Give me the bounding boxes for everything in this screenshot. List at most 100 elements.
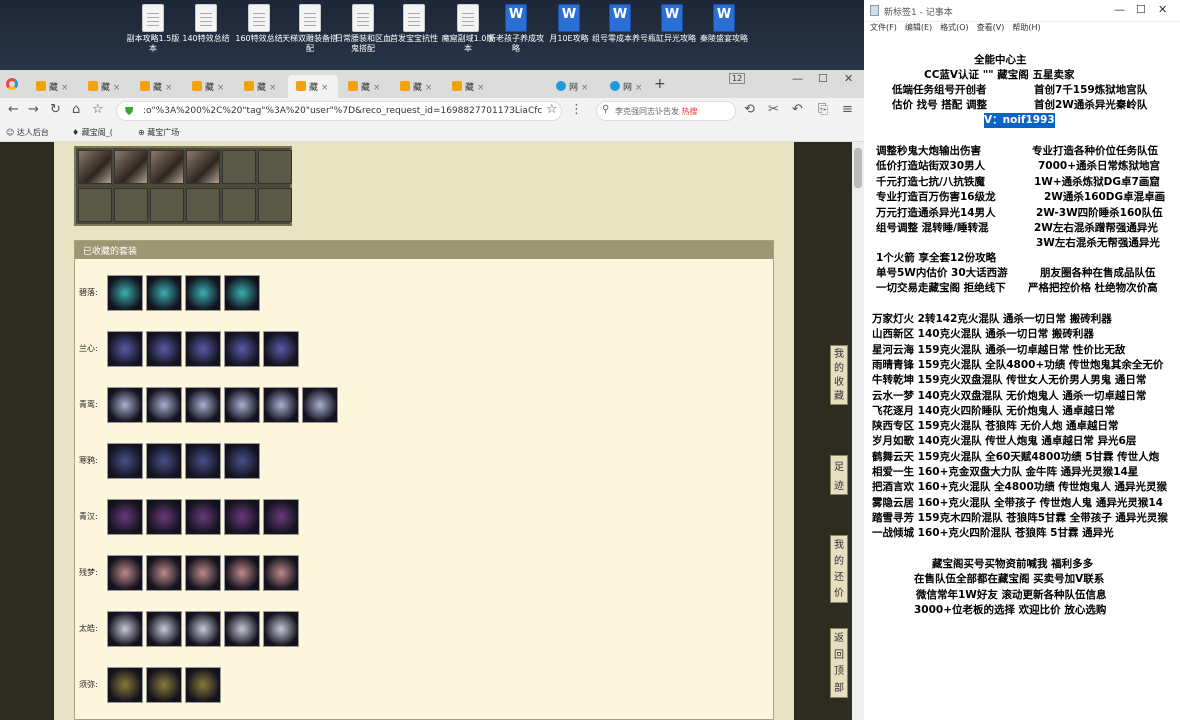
notepad-minimize[interactable]: —: [1114, 3, 1125, 16]
desktop-file-icon[interactable]: 首发宝宝抗性: [386, 4, 442, 44]
new-tab-button[interactable]: +: [654, 76, 666, 92]
desktop-file-icon[interactable]: 140特效总结: [178, 4, 234, 44]
set-item-icon[interactable]: [263, 387, 299, 423]
set-item-icon[interactable]: [224, 331, 260, 367]
notepad-text-area[interactable]: 全能中心主 CC蓝V认证 "" 藏宝阁 五星卖家 低端任务组号开创者 首创7千159炼…: [864, 40, 1180, 720]
desktop-file-icon[interactable]: 组号零成本养号: [592, 4, 648, 44]
set-item-icon[interactable]: [107, 667, 143, 703]
set-item-icon[interactable]: [224, 611, 260, 647]
scrollbar[interactable]: [852, 142, 864, 720]
notepad-close[interactable]: ✕: [1158, 3, 1167, 16]
browser-tab[interactable]: 网 ×: [602, 75, 648, 98]
close-button[interactable]: ✕: [844, 72, 853, 85]
set-item-icon[interactable]: [185, 611, 221, 647]
favorite-icon[interactable]: ☆: [546, 102, 558, 117]
side-nav-button[interactable]: 我的还价: [830, 535, 848, 603]
back-icon[interactable]: ←: [8, 102, 19, 117]
bookmark-item[interactable]: ⊕ 藏宝广场: [138, 127, 179, 138]
menu-icon[interactable]: ⋮: [570, 102, 583, 117]
desktop-file-icon[interactable]: 160特效总结: [231, 4, 287, 44]
browser-logo-icon[interactable]: [6, 78, 18, 90]
browser-tab[interactable]: 藏 ×: [28, 75, 74, 98]
extension-icon[interactable]: ⟲: [744, 102, 755, 117]
set-item-icon[interactable]: [107, 331, 143, 367]
desktop-file-icon[interactable]: 秦陵盛宴攻略: [696, 4, 752, 44]
set-item-icon[interactable]: [146, 331, 182, 367]
empty-slot[interactable]: [258, 150, 292, 184]
set-item-icon[interactable]: [146, 611, 182, 647]
character-figure[interactable]: [78, 150, 112, 184]
side-nav-button[interactable]: 返回顶部: [830, 628, 848, 698]
set-item-icon[interactable]: [185, 555, 221, 591]
side-nav-button[interactable]: 足迹: [830, 455, 848, 495]
set-item-icon[interactable]: [146, 667, 182, 703]
browser-tab[interactable]: 藏 ×: [444, 75, 490, 98]
history-icon[interactable]: ⎘: [818, 102, 828, 117]
browser-tab[interactable]: 藏 ×: [288, 75, 338, 98]
desktop-file-icon[interactable]: 瓶缸异光攻略: [644, 4, 700, 44]
set-item-icon[interactable]: [224, 499, 260, 535]
set-item-icon[interactable]: [185, 667, 221, 703]
notepad-menu-item[interactable]: 文件(F): [870, 23, 897, 32]
tab-close-icon[interactable]: ×: [266, 83, 277, 93]
set-item-icon[interactable]: [107, 387, 143, 423]
character-figure[interactable]: [150, 150, 184, 184]
side-nav-button[interactable]: 我的收藏: [830, 345, 848, 405]
set-item-icon[interactable]: [263, 555, 299, 591]
desktop-file-icon[interactable]: 新老孩子养成攻略: [488, 4, 544, 54]
search-field[interactable]: ⚲ 李克强同志讣告发 热搜: [596, 101, 736, 121]
empty-slot[interactable]: [258, 188, 292, 222]
set-item-icon[interactable]: [146, 387, 182, 423]
cut-icon[interactable]: ✂: [768, 102, 779, 117]
character-figure[interactable]: [186, 150, 220, 184]
empty-slot[interactable]: [78, 188, 112, 222]
set-item-icon[interactable]: [185, 387, 221, 423]
bookmark-item[interactable]: ♦ 藏宝阁_(: [72, 127, 113, 138]
set-item-icon[interactable]: [263, 611, 299, 647]
set-item-icon[interactable]: [185, 275, 221, 311]
notepad-menu-item[interactable]: 编辑(E): [905, 23, 932, 32]
browser-tab[interactable]: 藏 ×: [236, 75, 282, 98]
reload-icon[interactable]: ↻: [50, 102, 61, 117]
set-item-icon[interactable]: [107, 555, 143, 591]
tab-close-icon[interactable]: ×: [214, 83, 225, 93]
empty-slot[interactable]: [150, 188, 184, 222]
notepad-menu-item[interactable]: 查看(V): [977, 23, 1005, 32]
browser-tab[interactable]: 网 ×: [548, 75, 594, 98]
set-item-icon[interactable]: [302, 387, 338, 423]
empty-slot[interactable]: [114, 188, 148, 222]
tab-close-icon[interactable]: ×: [422, 83, 433, 93]
browser-tab[interactable]: 藏 ×: [392, 75, 438, 98]
set-item-icon[interactable]: [224, 275, 260, 311]
desktop-file-icon[interactable]: 日常腰装和区血鬼搭配: [335, 4, 391, 54]
set-item-icon[interactable]: [185, 499, 221, 535]
bookmark-star-icon[interactable]: ☆: [92, 102, 104, 117]
set-item-icon[interactable]: [185, 443, 221, 479]
tab-close-icon[interactable]: ×: [578, 83, 589, 93]
set-item-icon[interactable]: [107, 611, 143, 647]
set-item-icon[interactable]: [107, 275, 143, 311]
desktop-file-icon[interactable]: 月10E攻略: [541, 4, 597, 44]
empty-slot[interactable]: [222, 188, 256, 222]
browser-tab[interactable]: 藏 ×: [340, 75, 386, 98]
more-menu-icon[interactable]: ≡: [842, 102, 853, 117]
browser-tab[interactable]: 藏 ×: [132, 75, 178, 98]
desktop-file-icon[interactable]: 副本攻略1.5版本: [125, 4, 181, 54]
set-item-icon[interactable]: [146, 499, 182, 535]
set-item-icon[interactable]: [224, 443, 260, 479]
forward-icon[interactable]: →: [28, 102, 39, 117]
bookmark-item[interactable]: ☺ 达人后台: [6, 127, 49, 138]
minimize-button[interactable]: —: [792, 72, 803, 85]
empty-slot[interactable]: [222, 150, 256, 184]
set-item-icon[interactable]: [224, 387, 260, 423]
browser-tab[interactable]: 藏 ×: [80, 75, 126, 98]
desktop-file-icon[interactable]: 天梯双雕装备搭配: [282, 4, 338, 54]
home-icon[interactable]: ⌂: [72, 102, 80, 117]
set-item-icon[interactable]: [146, 443, 182, 479]
url-field[interactable]: ⛊:o"%3A%200%2C%20"tag"%3A%20"user"%7D&re…: [116, 101, 562, 121]
empty-slot[interactable]: [186, 188, 220, 222]
tab-close-icon[interactable]: ×: [474, 83, 485, 93]
set-item-icon[interactable]: [185, 331, 221, 367]
tab-close-icon[interactable]: ×: [110, 83, 121, 93]
set-item-icon[interactable]: [146, 275, 182, 311]
